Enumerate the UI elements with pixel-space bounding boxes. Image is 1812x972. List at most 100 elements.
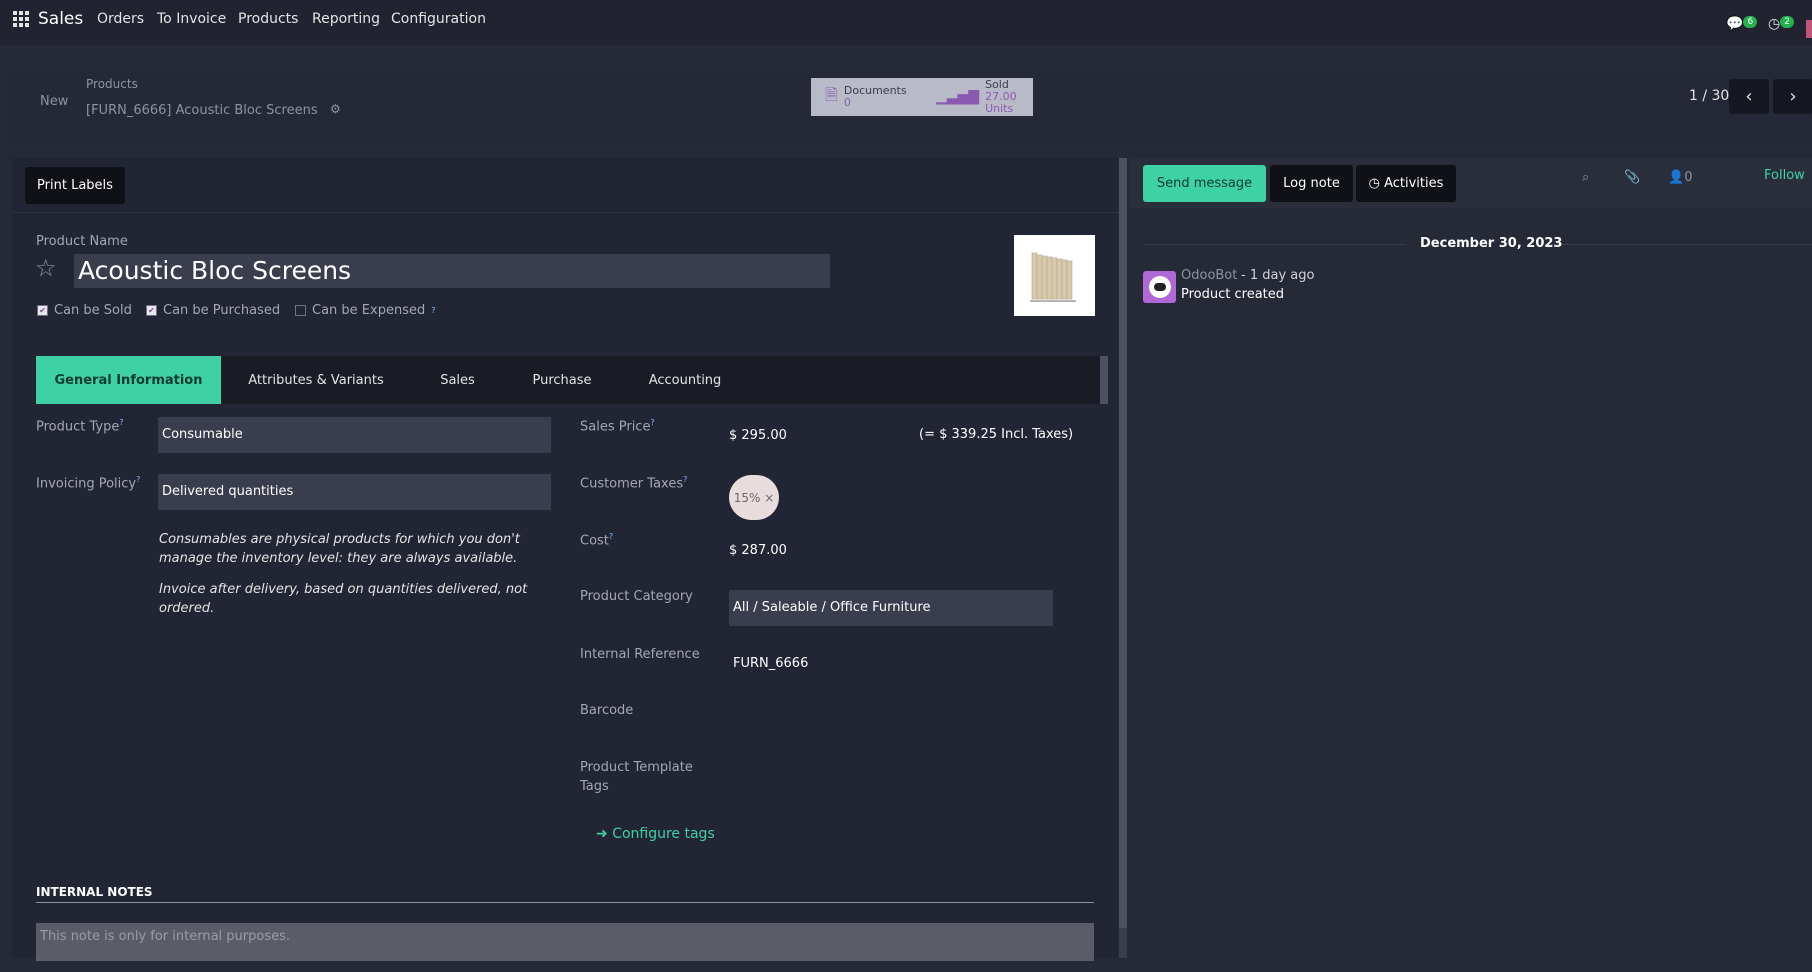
can-be-expensed-check[interactable]: Can be Expensed? [295,303,435,318]
form-scrollbar-thumb[interactable] [1119,158,1127,928]
smart-buttons: 🗎 Documents 0 ▁▃▅▇ Sold 27.00 Units [811,78,1033,116]
message-time: - 1 day ago [1241,268,1315,283]
tab-attributes-variants[interactable]: Attributes & Variants [228,356,404,404]
pager-value[interactable]: 1 / 30 [1689,88,1729,104]
tabs-scrollbar[interactable] [1100,356,1108,404]
messages-badge: 6 [1743,16,1758,28]
sales-price-input[interactable]: $ 295.00 [729,428,787,443]
breadcrumb-current: [FURN_6666] Acoustic Bloc Screens [86,103,318,118]
messaging-menu[interactable]: 💬 6 [1726,16,1758,32]
template-tags-input[interactable] [729,760,1053,796]
nav-products[interactable]: Products [238,11,298,27]
tab-purchase[interactable]: Purchase [512,356,612,404]
acoustic-screen-image [1014,235,1095,316]
checkbox-checked-icon[interactable]: ✔ [37,305,48,316]
can-be-purchased-label: Can be Purchased [163,303,281,318]
product-type-select[interactable]: Consumable [158,417,551,453]
message-author[interactable]: OdooBot [1181,268,1237,283]
odoobot-face [1148,276,1171,298]
odoobot-avatar[interactable] [1143,271,1176,303]
invoicing-policy-label-text: Invoicing Policy [36,476,137,492]
log-note-button[interactable]: Log note [1270,165,1353,202]
tab-general-information[interactable]: General Information [36,356,221,404]
user-icon: 👤 [1668,170,1685,185]
star-icon[interactable]: ☆ [35,254,57,282]
bar-chart-icon: ▁▃▅▇ [936,89,980,105]
apps-menu-icon[interactable] [12,10,30,28]
app-brand[interactable]: Sales [38,9,83,29]
invoicing-policy-help: Invoice after delivery, based on quantit… [159,582,528,616]
sales-price-label-text: Sales Price [580,419,651,435]
cost-input[interactable]: $ 287.00 [729,543,787,558]
print-labels-button[interactable]: Print Labels [25,167,125,204]
sold-value: 27.00 Units [985,90,1017,115]
can-be-sold-check[interactable]: ✔ Can be Sold [37,303,132,318]
internal-reference-label: Internal Reference [580,647,700,662]
product-name-label: Product Name [36,234,128,249]
message-body: Product created [1181,287,1285,302]
invoicing-policy-select[interactable]: Delivered quantities [158,474,551,510]
breadcrumb-products[interactable]: Products [86,77,138,91]
checkbox-checked-icon[interactable]: ✔ [146,305,157,316]
activity-menu[interactable]: ◷ 2 [1768,16,1794,32]
product-image[interactable] [1014,235,1095,316]
send-message-button[interactable]: Send message [1143,165,1266,202]
barcode-label: Barcode [580,703,634,718]
configure-tags-link[interactable]: ➜ Configure tags [596,826,715,842]
internal-reference-input[interactable]: FURN_6666 [733,656,808,671]
product-type-label-text: Product Type [36,419,120,435]
product-type-label: Product Type? [36,418,124,434]
date-separator: December 30, 2023 [1420,236,1563,251]
documents-label: Documents [843,84,907,97]
tab-sales[interactable]: Sales [420,356,495,404]
can-be-purchased-check[interactable]: ✔ Can be Purchased [146,303,280,318]
activities-badge: 2 [1780,16,1794,28]
product-category-select[interactable]: All / Saleable / Office Furniture [729,590,1053,626]
can-be-expensed-label: Can be Expensed [312,303,426,318]
nav-orders[interactable]: Orders [97,11,144,27]
gear-icon[interactable]: ⚙ [330,102,341,116]
invoicing-policy-label: Invoicing Policy? [36,475,140,491]
sold-smart-button[interactable]: ▁▃▅▇ Sold 27.00 Units [922,78,1033,116]
help-icon: ? [608,532,614,541]
nav-reporting[interactable]: Reporting [312,11,380,27]
clock-icon: ◷ [1768,16,1781,32]
internal-notes-title: INTERNAL NOTES [36,885,153,899]
incl-taxes-value: (= $ 339.25 Incl. Taxes) [919,427,1074,442]
customer-taxes-label-text: Customer Taxes [580,476,684,492]
search-icon[interactable]: ⌕ [1582,170,1589,185]
user-avatar[interactable] [1806,20,1812,38]
nav-to-invoice[interactable]: To Invoice [157,11,226,27]
product-category-label: Product Category [580,589,693,604]
followers-count: 0 [1684,170,1693,185]
product-type-help: Consumables are physical products for wh… [159,532,520,566]
checkbox-unchecked-icon[interactable] [295,305,306,316]
activities-label: Activities [1384,176,1444,191]
document-icon: 🗎 [825,84,838,104]
date-divider-left [1143,244,1405,245]
internal-notes-textarea[interactable]: This note is only for internal purposes. [36,923,1094,961]
can-be-sold-label: Can be Sold [54,303,132,318]
cost-label-text: Cost [580,533,609,549]
followers-button[interactable]: 👤0 [1668,170,1692,185]
pager-previous-button[interactable]: ‹ [1729,79,1769,114]
configure-tags-label: Configure tags [612,826,715,842]
activities-button[interactable]: ◷ Activities [1356,165,1456,202]
barcode-input[interactable] [729,698,1053,728]
pager-next-button[interactable]: › [1773,79,1812,114]
sales-price-label: Sales Price? [580,418,655,434]
documents-value: 0 [843,96,851,109]
chat-icon: 💬 [1726,16,1744,32]
tax-tag[interactable]: 15% × [729,475,779,520]
product-name-input[interactable]: Acoustic Bloc Screens [74,254,830,288]
tab-accounting[interactable]: Accounting [630,356,740,404]
new-button[interactable]: New [40,94,68,109]
help-icon: ? [431,306,436,315]
form-statusbar [12,158,1118,213]
template-tags-label-1: Product Template [580,760,693,775]
paperclip-icon[interactable]: 📎 [1624,170,1640,185]
help-icon: ? [650,418,655,427]
documents-smart-button[interactable]: 🗎 Documents 0 [811,78,922,116]
follow-button[interactable]: Follow [1764,168,1805,183]
nav-configuration[interactable]: Configuration [391,11,486,27]
